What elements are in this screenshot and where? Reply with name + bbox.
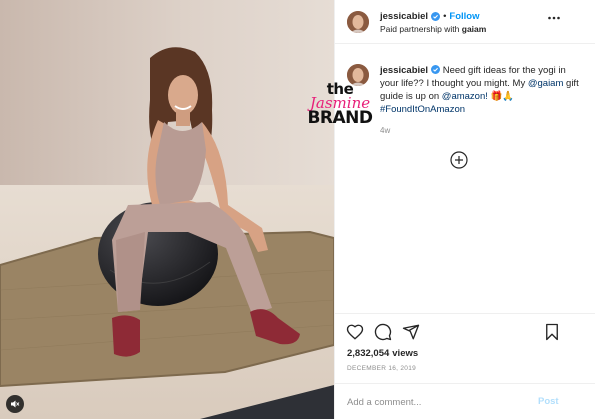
views-number: 2,832,054: [347, 348, 390, 359]
caption-emoji: 🎁🙏: [487, 91, 515, 102]
caption-timestamp[interactable]: 4w: [380, 126, 390, 135]
heart-icon: [346, 324, 364, 340]
verified-badge-icon: [431, 12, 441, 21]
post-side-panel: jessicabiel • Follow Paid partnership wi…: [334, 0, 595, 419]
comment-input[interactable]: [347, 394, 527, 410]
avatar-image: [347, 11, 369, 33]
comment-icon: [374, 323, 392, 341]
site-watermark: the Jasmine BRAND: [295, 82, 385, 127]
add-comment-section: Post: [335, 383, 595, 419]
view-count[interactable]: 2,832,054 views: [347, 348, 418, 359]
partner-link[interactable]: gaiam: [462, 24, 487, 34]
hashtag-link[interactable]: #FoundItOnAmazon: [380, 104, 465, 115]
mute-toggle-button[interactable]: [6, 395, 24, 413]
paid-partnership-label: Paid partnership with gaiam: [380, 24, 486, 34]
save-button[interactable]: [543, 323, 561, 341]
more-options-icon: [548, 16, 560, 20]
post-date[interactable]: December 16, 2019: [347, 365, 416, 372]
separator-dot: •: [443, 11, 447, 22]
author-avatar[interactable]: [347, 11, 369, 33]
share-button[interactable]: [402, 323, 420, 341]
mention-gaiam-link[interactable]: @gaiam: [528, 78, 564, 89]
post-comment-button[interactable]: Post: [538, 396, 559, 407]
partnership-prefix: Paid partnership with: [380, 24, 460, 34]
watermark-brand: BRAND: [307, 108, 373, 128]
views-label: views: [392, 348, 419, 359]
load-more-comments-button[interactable]: [450, 151, 468, 169]
action-bar: [335, 313, 595, 347]
caption-text: jessicabiel Need gift ideas for the yogi…: [380, 64, 585, 116]
audio-muted-icon: [11, 400, 20, 408]
video-frame: [0, 0, 334, 419]
caption-username[interactable]: jessicabiel: [380, 65, 428, 76]
plus-circle-icon: [450, 151, 468, 169]
author-username[interactable]: jessicabiel: [380, 11, 428, 22]
verified-badge-icon: [431, 65, 441, 74]
instagram-post-view: the Jasmine BRAND jessicabiel • Follow P…: [0, 0, 595, 419]
share-icon: [402, 324, 420, 340]
like-button[interactable]: [346, 323, 364, 341]
mention-amazon-link[interactable]: @amazon!: [442, 91, 488, 102]
bookmark-icon: [546, 323, 558, 341]
comment-button[interactable]: [374, 323, 392, 341]
more-options-button[interactable]: [547, 11, 561, 25]
post-video[interactable]: [0, 0, 334, 419]
author-line: jessicabiel • Follow: [380, 11, 479, 22]
follow-button[interactable]: Follow: [449, 11, 479, 22]
post-header: jessicabiel • Follow Paid partnership wi…: [335, 0, 595, 44]
